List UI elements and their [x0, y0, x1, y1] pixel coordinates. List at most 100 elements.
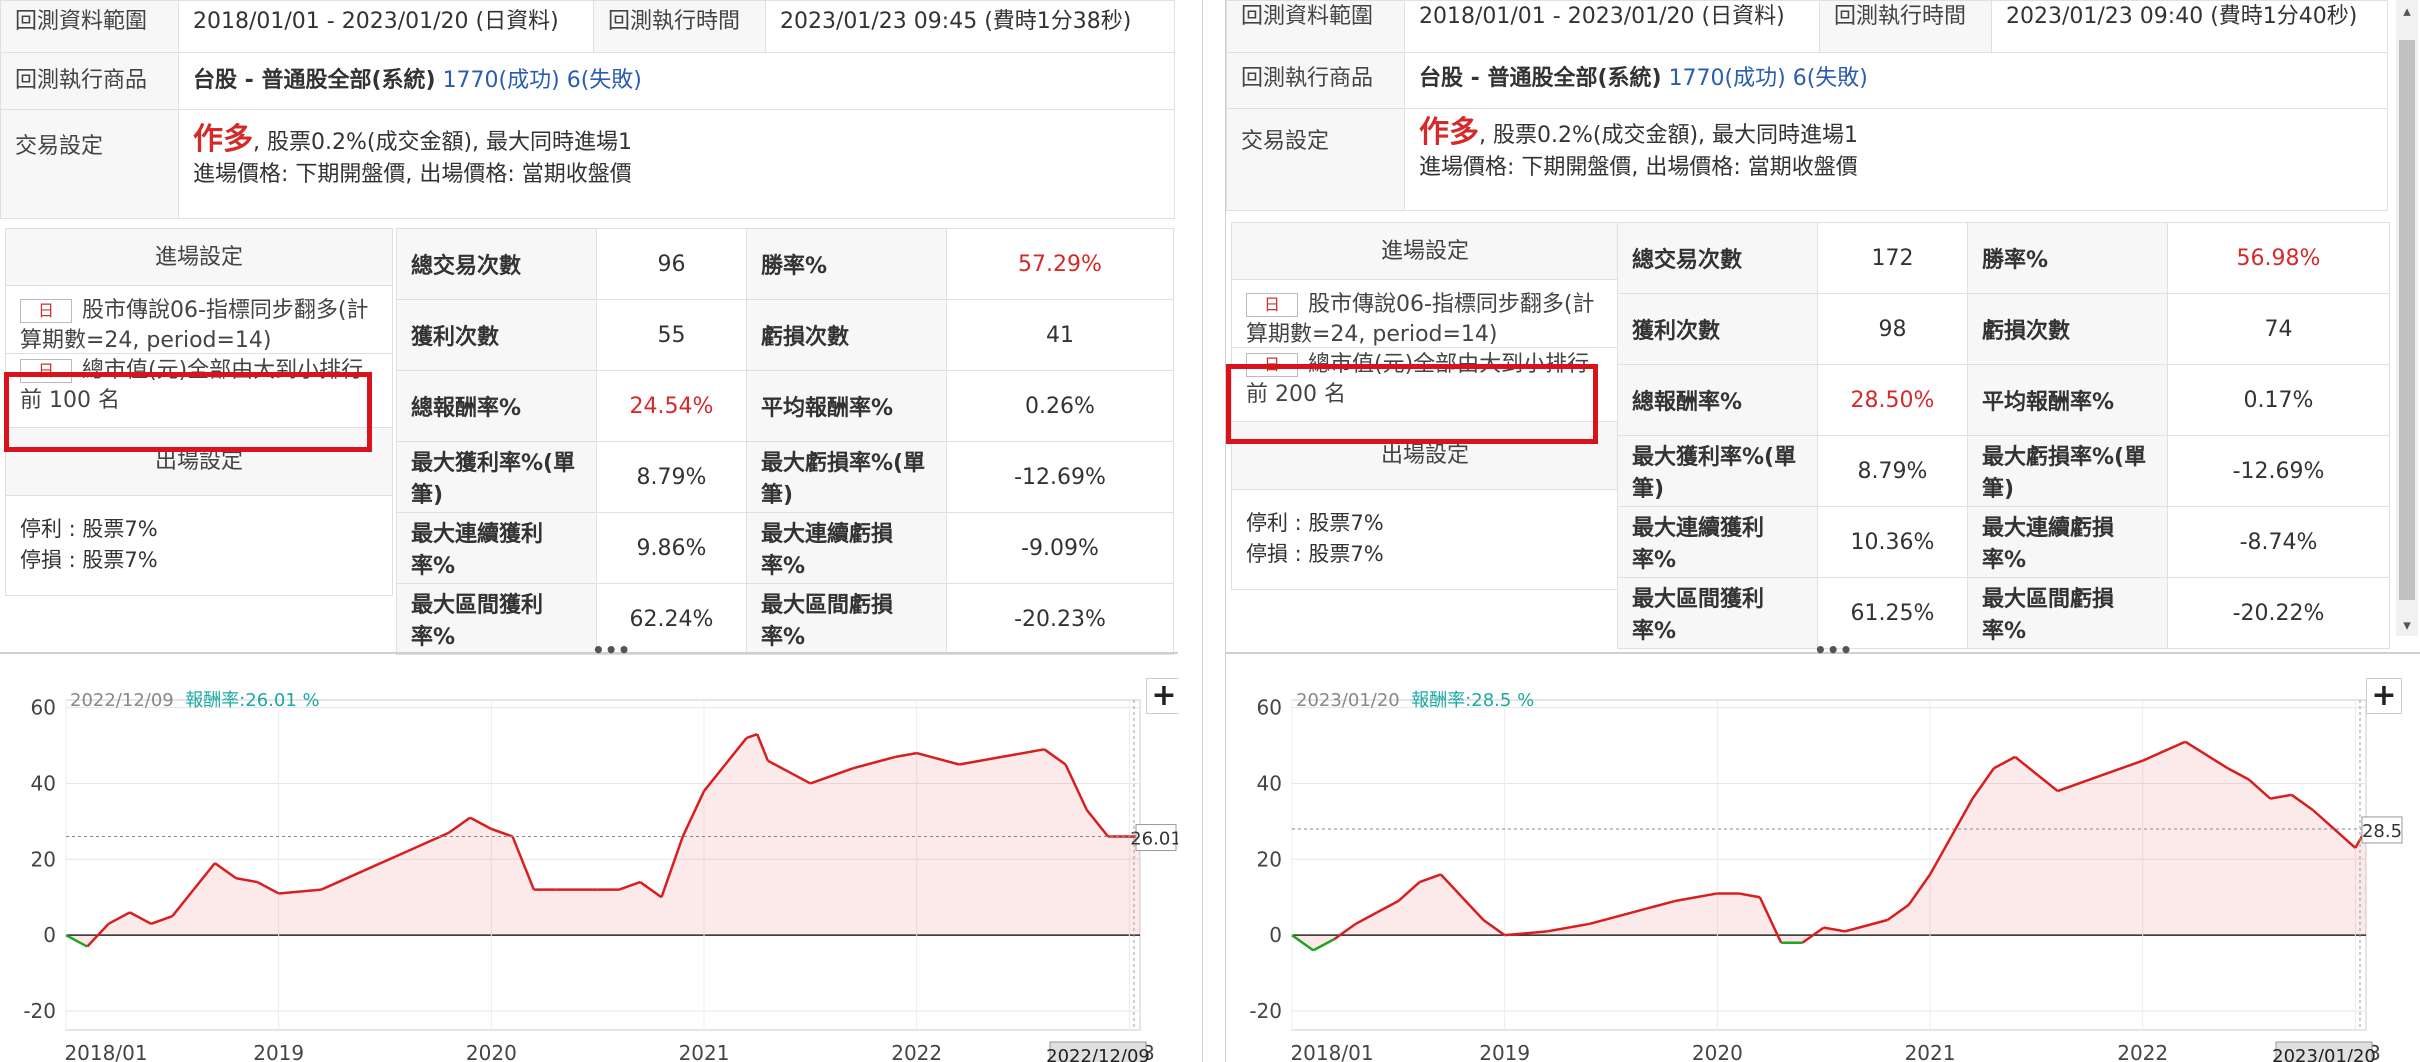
- trade-settings-line2: 進場價格: 下期開盤價, 出場價格: 當期收盤價: [193, 162, 632, 187]
- success-count-link[interactable]: 1770(成功): [443, 68, 560, 93]
- drag-dots-icon[interactable]: •••: [592, 640, 630, 660]
- stat-label: 虧損次數: [1967, 293, 2168, 365]
- stat-label: 勝率%: [1967, 222, 2168, 294]
- scroll-up-icon[interactable]: ▴: [2396, 2, 2418, 20]
- x-tick-label: 2020: [1692, 1041, 1743, 1062]
- stat-value: -12.69%: [2167, 435, 2390, 507]
- product-name: 台股 - 普通股全部(系統): [193, 68, 436, 93]
- chart-hover-date: 2023/01/20: [1296, 690, 1400, 711]
- x-tick-label: 2021: [679, 1041, 730, 1062]
- drag-dots-icon[interactable]: •••: [1814, 640, 1852, 660]
- exec-time-label: 回測執行時間: [1819, 0, 1992, 53]
- stat-label: 最大獲利率%(單筆): [396, 441, 597, 513]
- stat-label: 最大區間獲利率%: [1617, 577, 1818, 649]
- range-value: 2018/01/01 - 2023/01/20 (日資料): [1404, 0, 1820, 53]
- stat-label: 平均報酬率%: [1967, 364, 2168, 436]
- zoom-plus-button[interactable]: +: [2366, 678, 2402, 714]
- stats-row: 獲利次數 98 虧損次數 74: [1617, 293, 2390, 365]
- y-tick-label: -20: [23, 999, 56, 1023]
- y-tick-label: 60: [31, 696, 56, 720]
- x-tick-label: 2018/01: [64, 1041, 147, 1062]
- panel-divider[interactable]: [1202, 0, 1226, 1062]
- stat-label: 最大連續虧損率%: [1967, 506, 2168, 578]
- backtest-panel-right: 回測資料範圍 2018/01/01 - 2023/01/20 (日資料) 回測執…: [1226, 0, 2420, 1062]
- entry-settings-header: 進場設定: [5, 228, 393, 286]
- entry-condition-1[interactable]: 日股市傳說06-指標同步翻多(計算期數=24, period=14): [1231, 280, 1619, 348]
- stat-label: 最大虧損率%(單筆): [746, 441, 947, 513]
- stats-row: 獲利次數 55 虧損次數 41: [396, 299, 1174, 371]
- x-tick-label: 2021: [1905, 1041, 1956, 1062]
- trade-settings-value: 作多, 股票0.2%(成交金額), 最大同時進場1 進場價格: 下期開盤價, 出…: [1404, 108, 2388, 211]
- stat-label: 平均報酬率%: [746, 370, 947, 442]
- stat-value: 96: [596, 228, 747, 300]
- chart-header: 2022/12/09 報酬率:26.01 %: [70, 686, 320, 712]
- stats-table: 總交易次數 96 勝率% 57.29% 獲利次數 55 虧損次數 41 總報酬率% 24.54% 平…: [396, 228, 1174, 655]
- trade-direction: 作多: [1419, 115, 1479, 150]
- fail-count-link[interactable]: 6(失敗): [567, 68, 642, 93]
- stats-table: 總交易次數 172 勝率% 56.98% 獲利次數 98 虧損次數 74 總報酬率% 28.50%…: [1617, 222, 2390, 649]
- stats-row: 最大區間獲利率% 62.24% 最大區間虧損率% -20.23%: [396, 583, 1174, 655]
- return-chart-svg: 6040200-202018/012019202020212022202328.…: [1249, 696, 2403, 1062]
- stats-row: 最大區間獲利率% 61.25% 最大區間虧損率% -20.22%: [1617, 577, 2390, 649]
- daily-tag: 日: [1246, 293, 1298, 317]
- stat-value: 24.54%: [596, 370, 747, 442]
- trade-settings-label: 交易設定: [0, 109, 179, 219]
- exec-time-value: 2023/01/23 09:45 (費時1分38秒): [765, 0, 1175, 53]
- fail-count-link[interactable]: 6(失敗): [1793, 66, 1868, 91]
- stat-label: 最大連續虧損率%: [746, 512, 947, 584]
- zoom-plus-button[interactable]: +: [1146, 678, 1178, 714]
- stats-body: 總交易次數 172 勝率% 56.98% 獲利次數 98 虧損次數 74 總報酬率% 28.50%…: [1617, 222, 2390, 649]
- backtest-info-table: 回測資料範圍 2018/01/01 - 2023/01/20 (日資料) 回測執…: [1226, 0, 2388, 211]
- x-tick-label: 2022: [891, 1041, 942, 1062]
- entry-condition-2[interactable]: 日總市值(元)全部由大到小排行前 100 名: [5, 354, 393, 428]
- chart-rate-label: 報酬率:: [1411, 690, 1472, 711]
- stats-row: 總報酬率% 28.50% 平均報酬率% 0.17%: [1617, 364, 2390, 436]
- stat-label: 獲利次數: [396, 299, 597, 371]
- stat-value: 74: [2167, 293, 2390, 365]
- stat-value: 55: [596, 299, 747, 371]
- stat-label: 總交易次數: [1617, 222, 1818, 294]
- entry-condition-1[interactable]: 日股市傳說06-指標同步翻多(計算期數=24, period=14): [5, 286, 393, 354]
- stat-label: 最大虧損率%(單筆): [1967, 435, 2168, 507]
- chart-hover-date: 2022/12/09: [70, 690, 174, 711]
- backtest-info-table: 回測資料範圍 2018/01/01 - 2023/01/20 (日資料) 回測執…: [0, 0, 1175, 219]
- y-tick-label: 0: [1269, 923, 1282, 947]
- vertical-scrollbar[interactable]: ▴ ▾: [2396, 0, 2418, 636]
- y-tick-label: 0: [43, 923, 56, 947]
- stat-value: 8.79%: [1817, 435, 1968, 507]
- scroll-down-icon[interactable]: ▾: [2396, 616, 2418, 634]
- exit-settings-header: 出場設定: [5, 428, 393, 496]
- daily-tag: 日: [20, 299, 72, 323]
- scroll-thumb[interactable]: [2399, 40, 2415, 600]
- cursor-date-label: 2022/12/09: [1046, 1046, 1150, 1062]
- x-tick-label: 2019: [1479, 1041, 1530, 1062]
- cursor-date-label: 2023/01/20: [2272, 1046, 2376, 1062]
- x-tick-label: 2019: [253, 1041, 304, 1062]
- chart-header: 2023/01/20 報酬率:28.5 %: [1296, 686, 1534, 712]
- stat-label: 勝率%: [746, 228, 947, 300]
- stat-label: 最大連續獲利率%: [1617, 506, 1818, 578]
- y-tick-label: 60: [1257, 696, 1282, 720]
- daily-tag: 日: [20, 359, 72, 383]
- product-label: 回測執行商品: [1226, 52, 1405, 109]
- entry-condition-2[interactable]: 日總市值(元)全部由大到小排行前 200 名: [1231, 348, 1619, 422]
- take-profit-rule: 停利 : 股票7%: [1246, 511, 1384, 535]
- stat-label: 總報酬率%: [396, 370, 597, 442]
- success-count-link[interactable]: 1770(成功): [1669, 66, 1786, 91]
- exec-time-value: 2023/01/23 09:40 (費時1分40秒): [1991, 0, 2388, 53]
- last-value-label: 26.01: [1130, 829, 1178, 850]
- stat-value: -20.22%: [2167, 577, 2390, 649]
- product-label: 回測執行商品: [0, 52, 179, 110]
- y-tick-label: -20: [1249, 999, 1282, 1023]
- split-handle[interactable]: [0, 652, 1178, 658]
- strategy-setup: 進場設定 日股市傳說06-指標同步翻多(計算期數=24, period=14) …: [5, 228, 393, 596]
- stat-value: -9.09%: [946, 512, 1174, 584]
- chart-rate-value: 26.01 %: [245, 690, 320, 711]
- stat-value: 57.29%: [946, 228, 1174, 300]
- return-chart: 6040200-202018/012019202020212022202328.…: [1226, 660, 2404, 1062]
- y-tick-label: 40: [31, 771, 56, 795]
- stats-row: 總交易次數 172 勝率% 56.98%: [1617, 222, 2390, 294]
- stat-value: 9.86%: [596, 512, 747, 584]
- trade-settings-line2: 進場價格: 下期開盤價, 出場價格: 當期收盤價: [1419, 155, 1858, 180]
- stat-value: 10.36%: [1817, 506, 1968, 578]
